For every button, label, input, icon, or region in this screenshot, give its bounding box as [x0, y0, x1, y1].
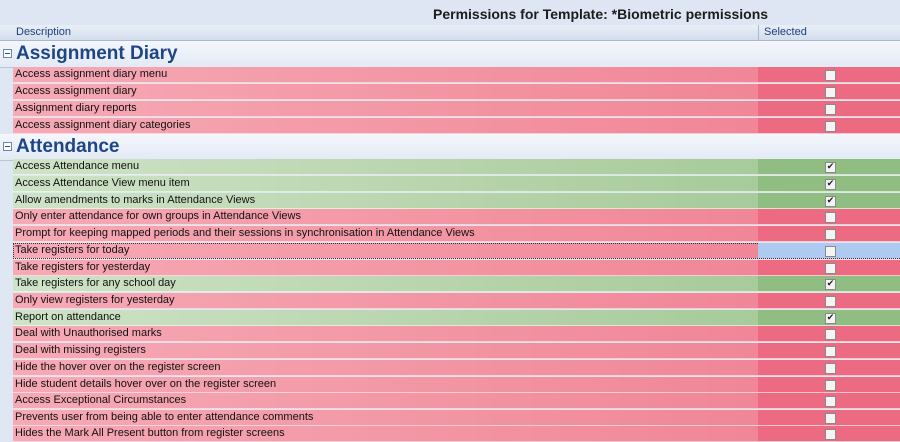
- collapse-icon[interactable]: [3, 49, 12, 58]
- permission-row[interactable]: Take registers for yesterday: [13, 260, 900, 276]
- selected-cell[interactable]: [758, 209, 900, 224]
- column-header-selected[interactable]: Selected: [758, 25, 900, 40]
- selected-cell[interactable]: [758, 393, 900, 408]
- checkbox[interactable]: [825, 70, 836, 81]
- selected-cell[interactable]: [758, 260, 900, 275]
- permission-label: Hides the Mark All Present button from r…: [15, 427, 285, 439]
- permission-label: Access assignment diary menu: [15, 68, 168, 80]
- checkbox[interactable]: ✔: [825, 162, 836, 173]
- checkbox[interactable]: [825, 296, 836, 307]
- selected-cell[interactable]: [758, 226, 900, 241]
- permission-row[interactable]: Access Exceptional Circumstances: [13, 393, 900, 409]
- permission-label: Access Exceptional Circumstances: [15, 394, 187, 406]
- checkbox[interactable]: [825, 429, 836, 440]
- permission-row[interactable]: Take registers for any school day ✔: [13, 276, 900, 292]
- permission-row[interactable]: Access assignment diary: [13, 84, 900, 100]
- group-attendance: Attendance: [0, 134, 900, 161]
- checkbox[interactable]: [825, 363, 836, 374]
- permission-row[interactable]: Only enter attendance for own groups in …: [13, 209, 900, 225]
- selected-cell[interactable]: [758, 343, 900, 358]
- permission-row[interactable]: Allow amendments to marks in Attendance …: [13, 193, 900, 209]
- permission-label: Take registers for today: [15, 244, 130, 256]
- checkbox[interactable]: [825, 329, 836, 340]
- checkbox[interactable]: ✔: [825, 279, 836, 290]
- group-title: Assignment Diary: [16, 43, 178, 64]
- permission-row[interactable]: Deal with Unauthorised marks: [13, 326, 900, 342]
- selected-cell[interactable]: ✔: [758, 310, 900, 325]
- selected-cell[interactable]: ✔: [758, 176, 900, 191]
- checkbox[interactable]: [825, 346, 836, 357]
- title-bar: Permissions for Template: *Biometric per…: [0, 0, 900, 25]
- permission-row[interactable]: Prevents user from being able to enter a…: [13, 410, 900, 426]
- checkbox[interactable]: [825, 246, 836, 257]
- permission-label: Access Attendance menu: [15, 160, 140, 172]
- permission-label: Hide student details hover over on the r…: [15, 378, 277, 390]
- permission-label: Only enter attendance for own groups in …: [15, 210, 301, 222]
- group-assignment-diary: Assignment Diary: [0, 41, 900, 68]
- column-header-description[interactable]: Description: [16, 26, 71, 38]
- checkbox[interactable]: [825, 104, 836, 115]
- checkbox[interactable]: [825, 229, 836, 240]
- permission-row[interactable]: Prompt for keeping mapped periods and th…: [13, 226, 900, 242]
- page-title: Permissions for Template: *Biometric per…: [433, 6, 769, 22]
- selected-cell[interactable]: [758, 426, 900, 441]
- permission-row[interactable]: Assignment diary reports: [13, 101, 900, 117]
- selected-cell[interactable]: [758, 360, 900, 375]
- group-title: Attendance: [16, 136, 120, 157]
- permission-label: Access assignment diary: [15, 85, 137, 97]
- selected-cell[interactable]: [758, 410, 900, 425]
- selected-cell[interactable]: [758, 84, 900, 99]
- permission-label: Deal with Unauthorised marks: [15, 327, 162, 339]
- column-header: Description Selected: [0, 25, 900, 41]
- selected-cell[interactable]: [758, 243, 900, 258]
- permission-row[interactable]: Access assignment diary menu: [13, 67, 900, 83]
- permission-label: Access Attendance View menu item: [15, 177, 190, 189]
- selected-cell[interactable]: ✔: [758, 193, 900, 208]
- permission-row[interactable]: Only view registers for yesterday: [13, 293, 900, 309]
- permission-label: Hide the hover over on the register scre…: [15, 361, 221, 373]
- permission-row[interactable]: Access assignment diary categories: [13, 118, 900, 134]
- permission-row[interactable]: Access Attendance menu ✔: [13, 159, 900, 175]
- permission-label: Report on attendance: [15, 311, 121, 323]
- permission-label: Only view registers for yesterday: [15, 294, 175, 306]
- permission-label: Deal with missing registers: [15, 344, 146, 356]
- collapse-icon[interactable]: [3, 142, 12, 151]
- permission-label: Take registers for yesterday: [15, 261, 151, 273]
- selected-cell[interactable]: [758, 67, 900, 82]
- selected-cell[interactable]: [758, 326, 900, 341]
- checkbox[interactable]: [825, 212, 836, 223]
- selected-cell[interactable]: [758, 101, 900, 116]
- permission-label: Prevents user from being able to enter a…: [15, 411, 314, 423]
- permission-row[interactable]: Hides the Mark All Present button from r…: [13, 426, 900, 442]
- checkbox[interactable]: [825, 380, 836, 391]
- selected-cell[interactable]: ✔: [758, 159, 900, 174]
- permission-label: Assignment diary reports: [15, 102, 137, 114]
- selected-cell[interactable]: ✔: [758, 276, 900, 291]
- selected-cell[interactable]: [758, 118, 900, 133]
- checkbox[interactable]: ✔: [825, 196, 836, 207]
- checkbox[interactable]: ✔: [825, 313, 836, 324]
- permission-label: Allow amendments to marks in Attendance …: [15, 194, 256, 206]
- checkbox[interactable]: [825, 121, 836, 132]
- permission-row[interactable]: Take registers for today: [13, 243, 900, 259]
- permission-row[interactable]: Access Attendance View menu item ✔: [13, 176, 900, 192]
- selected-cell[interactable]: [758, 293, 900, 308]
- checkbox[interactable]: [825, 263, 836, 274]
- permission-label: Access assignment diary categories: [15, 119, 191, 131]
- permission-row[interactable]: Deal with missing registers: [13, 343, 900, 359]
- permission-row[interactable]: Hide the hover over on the register scre…: [13, 360, 900, 376]
- checkbox[interactable]: [825, 413, 836, 424]
- checkbox[interactable]: [825, 87, 836, 98]
- permission-label: Take registers for any school day: [15, 277, 176, 289]
- checkbox[interactable]: ✔: [825, 179, 836, 190]
- permission-label: Prompt for keeping mapped periods and th…: [15, 227, 475, 239]
- permission-row[interactable]: Report on attendance ✔: [13, 310, 900, 326]
- selected-cell[interactable]: [758, 377, 900, 392]
- permission-row[interactable]: Hide student details hover over on the r…: [13, 377, 900, 393]
- checkbox[interactable]: [825, 396, 836, 407]
